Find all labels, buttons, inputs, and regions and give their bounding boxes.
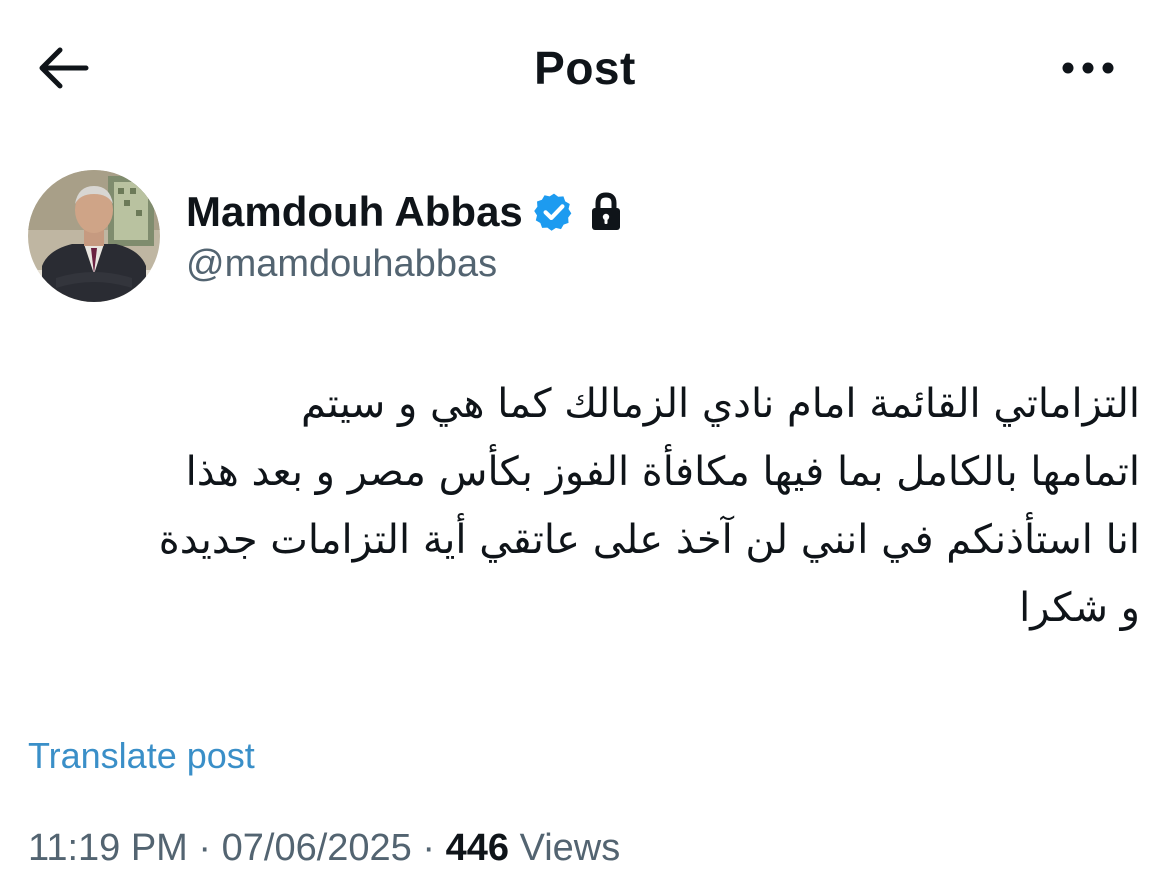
post-text-line: انا استأذنكم في انني لن آخذ على عاتقي أي…	[158, 517, 1140, 563]
post-text-line: اتمامها بالكامل بما فيها مكافأة الفوز بك…	[185, 449, 1140, 495]
views-label: Views	[519, 827, 621, 869]
display-name[interactable]: Mamdouh Abbas	[186, 184, 523, 240]
avatar[interactable]	[28, 170, 160, 302]
page-title: Post	[534, 42, 636, 94]
top-bar: Post	[0, 0, 1170, 136]
post-metadata: 11:19 PM · 07/06/2025 · 446 Views	[28, 822, 620, 874]
post-text-line: التزاماتي القائمة امام نادي الزمالك كما …	[301, 381, 1140, 427]
more-options-button[interactable]	[1056, 40, 1120, 96]
verified-badge-icon[interactable]	[533, 191, 575, 233]
display-name-row: Mamdouh Abbas	[186, 184, 623, 240]
post-date[interactable]: 07/06/2025	[222, 827, 412, 869]
post-text: التزاماتي القائمة امام نادي الزمالك كما …	[28, 370, 1140, 642]
lock-icon	[589, 192, 623, 232]
avatar-photo	[28, 170, 160, 302]
user-handle[interactable]: @mamdouhabbas	[186, 238, 497, 290]
more-horizontal-icon	[1062, 62, 1114, 74]
views-count: 446	[445, 827, 509, 869]
post-author: Mamdouh Abbas @mamdouhabbas	[28, 170, 1138, 304]
translate-post-link[interactable]: Translate post	[28, 732, 255, 780]
post-time[interactable]: 11:19 PM	[28, 827, 188, 869]
meta-separator: ·	[422, 827, 436, 869]
meta-separator: ·	[198, 827, 212, 869]
post-text-line: و شكرا	[1019, 585, 1140, 631]
